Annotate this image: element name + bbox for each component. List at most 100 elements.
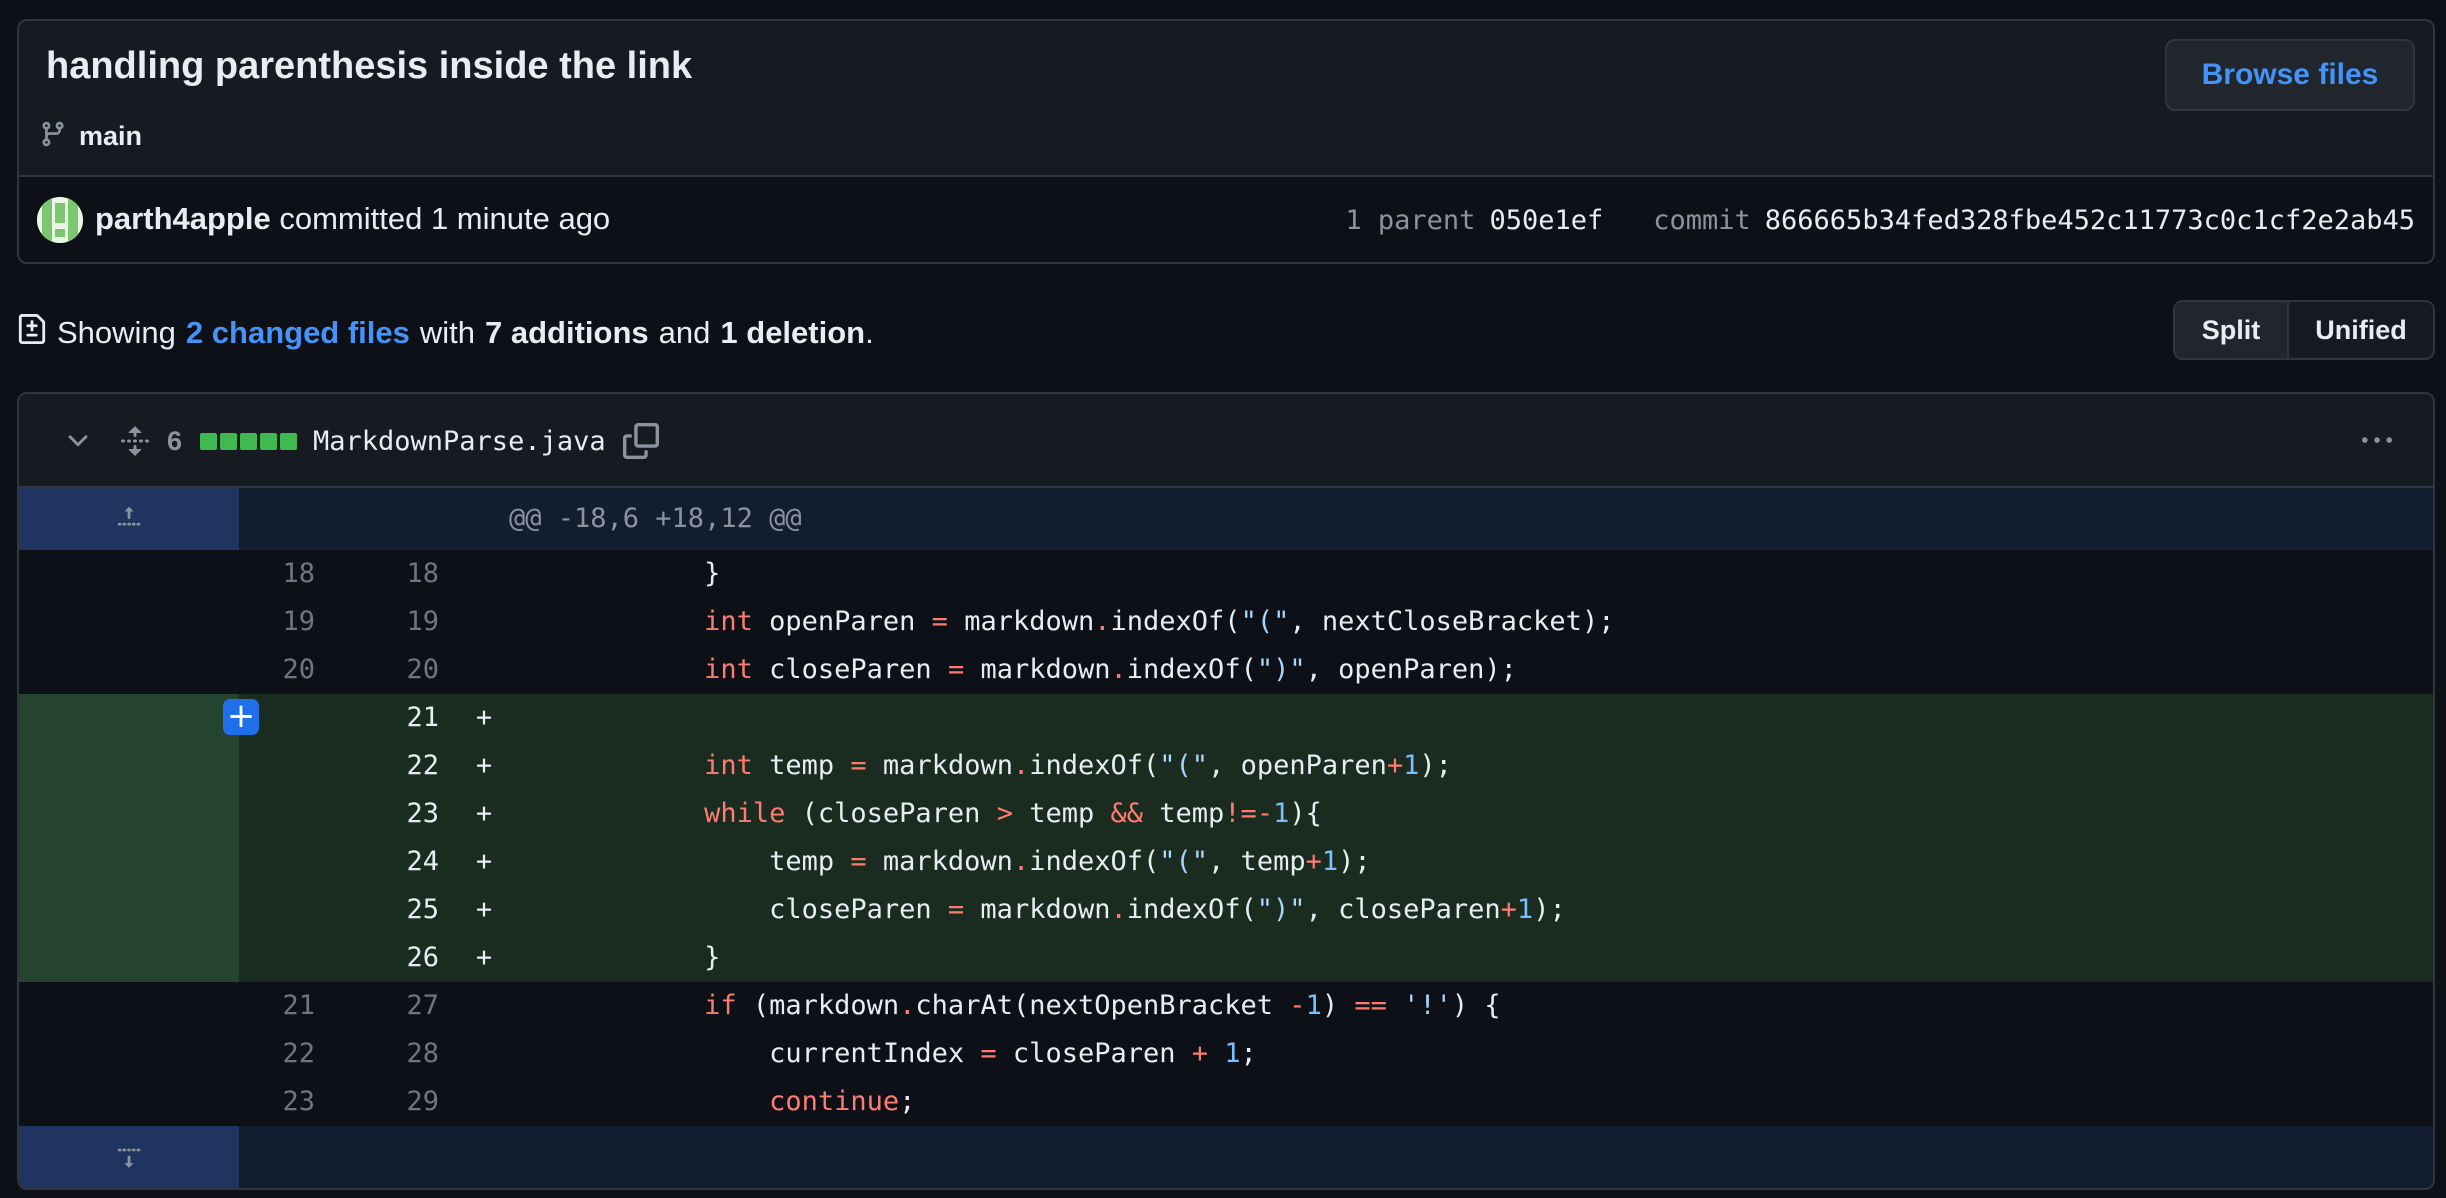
new-line-number[interactable]: 28 (349, 1030, 459, 1078)
diff-marker: + (475, 846, 493, 877)
commit-hashes: 1 parent 050e1ef commit 866665b34fed328f… (1345, 205, 2415, 236)
diff-line-added: 23 + while (closeParen > temp && temp!=-1… (19, 790, 2433, 838)
diff-marker: + (475, 702, 493, 733)
diff-marker (459, 982, 509, 1030)
code-line: if (markdown.charAt(nextOpenBracket -1) … (704, 990, 1501, 1021)
old-line-number[interactable] (239, 886, 349, 934)
branch-name: main (79, 121, 143, 151)
old-line-number[interactable]: 23 (239, 1078, 349, 1126)
new-line-number[interactable]: 23 (349, 790, 459, 838)
old-line-number[interactable]: 22 (239, 1030, 349, 1078)
new-line-number[interactable]: 24 (349, 838, 459, 886)
old-line-number[interactable]: 21 (239, 982, 349, 1030)
new-line-number[interactable]: 18 (349, 550, 459, 598)
diffstat-bar (200, 394, 297, 488)
code-line: temp = markdown.indexOf("(", temp+1); (509, 846, 1371, 877)
code-line: int closeParen = markdown.indexOf(")", o… (704, 654, 1517, 685)
copy-icon[interactable] (623, 394, 659, 488)
plus-icon[interactable]: + (223, 699, 259, 735)
diff-summary: Showing 2 changed files with 7 additions… (17, 312, 874, 354)
diff-line-context: 19 19 int openParen = markdown.indexOf("(… (19, 598, 2433, 646)
diff-line-context: 21 27 if (markdown.charAt(nextOpenBracket… (19, 982, 2433, 1030)
diff-line-added: 22 + int temp = markdown.indexOf("(", ope… (19, 742, 2433, 790)
file-name[interactable]: MarkdownParse.java (313, 394, 606, 488)
code-line: while (closeParen > temp && temp!=-1){ (704, 798, 1322, 829)
code-line: int temp = markdown.indexOf("(", openPar… (704, 750, 1452, 781)
commit-label: commit (1653, 205, 1751, 236)
expand-up-icon[interactable] (19, 488, 239, 550)
commit-header: handling parenthesis inside the link mai… (17, 19, 2435, 264)
diff-line-context: 18 18 } (19, 550, 2433, 598)
code-line: int openParen = markdown.indexOf("(", ne… (704, 606, 1615, 637)
code-line: } (509, 558, 721, 589)
code-line: closeParen = markdown.indexOf(")", close… (509, 894, 1566, 925)
file-diff-icon (17, 312, 47, 354)
new-line-number[interactable]: 29 (349, 1078, 459, 1126)
new-line-number[interactable]: 19 (349, 598, 459, 646)
branch-info[interactable]: main (39, 119, 142, 154)
parent-hash[interactable]: 050e1ef (1489, 205, 1603, 236)
author-name[interactable]: parth4apple (95, 201, 271, 236)
diff-line-added: 21 + + (19, 694, 2433, 742)
diff-marker: + (475, 798, 493, 829)
diff-marker (459, 550, 509, 598)
diff-line-added: 26 + } (19, 934, 2433, 982)
diff-line-count: 6 (167, 425, 183, 456)
new-line-number[interactable]: 20 (349, 646, 459, 694)
code-line: currentIndex = closeParen + 1; (509, 1038, 1257, 1069)
diff-marker: + (475, 894, 493, 925)
view-toggle: Split Unified (2173, 300, 2435, 360)
diff-line-context: 22 28 currentIndex = closeParen + 1; (19, 1030, 2433, 1078)
old-line-number[interactable] (239, 934, 349, 982)
deletions-count: 1 deletion (720, 315, 866, 350)
commit-time: committed 1 minute ago (279, 201, 611, 236)
new-line-number[interactable]: 21 (349, 694, 459, 742)
old-line-number[interactable] (239, 838, 349, 886)
diff-marker (459, 1078, 509, 1126)
avatar[interactable] (37, 197, 83, 243)
summary-suffix: . (865, 315, 874, 350)
code-line: } (509, 942, 721, 973)
diff-line-added: 25 + closeParen = markdown.indexOf(")", c… (19, 886, 2433, 934)
summary-with: with (419, 315, 476, 350)
new-line-number[interactable]: 27 (349, 982, 459, 1030)
expand-row (19, 1126, 2433, 1188)
commit-meta: parth4apple committed 1 minute ago 1 par… (19, 175, 2433, 262)
additions-count: 7 additions (485, 315, 649, 350)
expand-down-icon[interactable] (19, 1126, 239, 1188)
old-line-number[interactable] (239, 790, 349, 838)
hunk-header: @@ -18,6 +18,12 @@ (19, 488, 2433, 550)
old-line-number[interactable]: 19 (239, 598, 349, 646)
hunk-range: @@ -18,6 +18,12 @@ (509, 503, 802, 534)
unfold-icon[interactable] (119, 394, 151, 488)
diff-line-added: 24 + temp = markdown.indexOf("(", temp+1)… (19, 838, 2433, 886)
diff-marker (459, 646, 509, 694)
split-view-button[interactable]: Split (2175, 302, 2289, 358)
kebab-icon[interactable] (2357, 394, 2397, 488)
diff-marker: + (475, 750, 493, 781)
file-header: 6 MarkdownParse.java (19, 394, 2433, 488)
parent-label: 1 parent (1345, 205, 1476, 236)
commit-hash: 866665b34fed328fbe452c11773c0c1cf2e2ab45 (1764, 205, 2415, 236)
old-line-number[interactable] (239, 742, 349, 790)
diff-marker: + (475, 942, 493, 973)
unified-view-button[interactable]: Unified (2289, 302, 2433, 358)
summary-and: and (658, 315, 711, 350)
diff-marker (459, 1030, 509, 1078)
diff-toolbar: Showing 2 changed files with 7 additions… (17, 300, 2435, 362)
new-line-number[interactable]: 22 (349, 742, 459, 790)
commit-author-line: parth4apple committed 1 minute ago (95, 201, 610, 237)
diff-lines: @@ -18,6 +18,12 @@ 18 18 } 19 19 int openPa… (19, 488, 2433, 1188)
diff-marker (459, 598, 509, 646)
branch-icon (39, 119, 67, 154)
old-line-number[interactable]: 20 (239, 646, 349, 694)
file-diff: 6 MarkdownParse.java @@ -18,6 +18,12 @@ … (17, 392, 2435, 1190)
new-line-number[interactable]: 26 (349, 934, 459, 982)
chevron-down-icon[interactable] (63, 394, 93, 488)
browse-files-button[interactable]: Browse files (2165, 39, 2415, 111)
new-line-number[interactable]: 25 (349, 886, 459, 934)
old-line-number[interactable]: 18 (239, 550, 349, 598)
diff-line-context: 23 29 continue; (19, 1078, 2433, 1126)
changed-files-link[interactable]: 2 changed files (186, 315, 410, 351)
